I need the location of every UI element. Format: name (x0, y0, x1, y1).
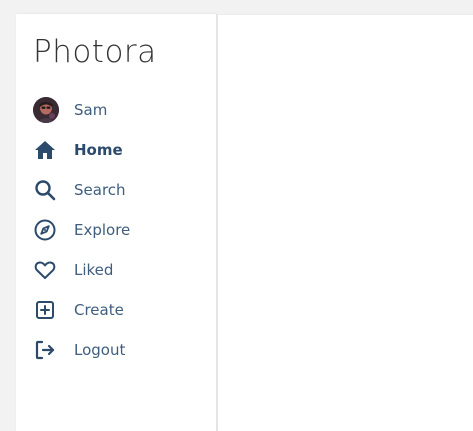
sidebar-item-label: Sam (74, 101, 108, 119)
sidebar-item-home[interactable]: Home (16, 130, 216, 170)
sidebar-item-label: Create (74, 301, 124, 319)
heart-icon (33, 258, 57, 282)
search-icon (33, 178, 57, 202)
sidebar: Photora Sam Home Search Explore Liked Cr… (16, 14, 217, 431)
app-logo[interactable]: Photora (33, 34, 157, 70)
plus-square-icon (33, 298, 57, 322)
logout-icon (33, 338, 57, 362)
sidebar-item-label: Search (74, 181, 126, 199)
sidebar-item-label: Liked (74, 261, 114, 279)
sidebar-item-explore[interactable]: Explore (16, 210, 216, 250)
sidebar-item-liked[interactable]: Liked (16, 250, 216, 290)
sidebar-item-search[interactable]: Search (16, 170, 216, 210)
sidebar-item-logout[interactable]: Logout (16, 330, 216, 370)
home-icon (33, 138, 57, 162)
sidebar-item-profile[interactable]: Sam (16, 90, 216, 130)
main-content (218, 14, 473, 431)
sidebar-item-create[interactable]: Create (16, 290, 216, 330)
compass-icon (33, 218, 57, 242)
sidebar-item-label: Explore (74, 221, 131, 239)
sidebar-item-label: Home (74, 141, 123, 159)
sidebar-item-label: Logout (74, 341, 126, 359)
avatar[interactable] (33, 97, 59, 123)
sidebar-nav: Sam Home Search Explore Liked Create Log… (16, 90, 216, 370)
app-window: Photora Sam Home Search Explore Liked Cr… (0, 0, 473, 431)
